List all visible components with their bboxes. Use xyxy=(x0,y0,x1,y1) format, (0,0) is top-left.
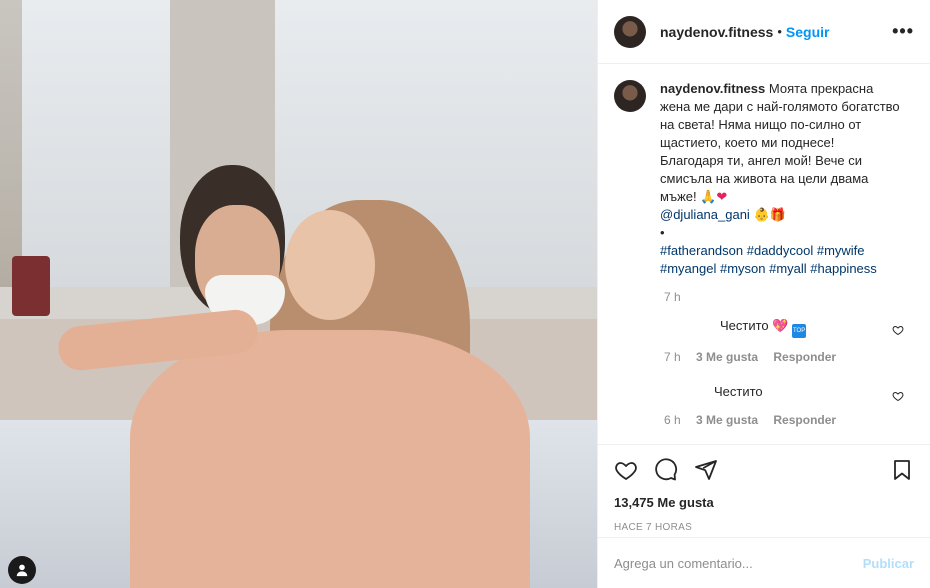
comment-item: Честито 💖 TOP xyxy=(614,318,914,338)
hearts-emoji: 💖 xyxy=(772,318,789,333)
likes-number: 13,475 xyxy=(614,495,654,510)
publish-button[interactable]: Publicar xyxy=(863,556,914,571)
comment-input[interactable]: Agrega un comentario... xyxy=(614,556,863,571)
like-comment-icon[interactable] xyxy=(892,390,904,402)
post-header: naydenov.fitness • Seguir ••• xyxy=(598,0,930,64)
caption-body: Моята прекрасна жена ме дари с най-голям… xyxy=(660,81,900,204)
woman-shirt xyxy=(130,330,530,588)
hashtags-line-1[interactable]: #fatherandson #daddycool #mywife xyxy=(660,243,865,258)
woman-face xyxy=(285,210,375,320)
caption-text: naydenov.fitness Моята прекрасна жена ме… xyxy=(660,80,900,278)
bookmark-icon[interactable] xyxy=(890,458,914,482)
like-comment-icon[interactable] xyxy=(892,324,904,336)
caption-username[interactable]: naydenov.fitness xyxy=(660,81,765,96)
caption-avatar[interactable] xyxy=(614,80,646,112)
post-photo[interactable] xyxy=(0,0,597,588)
likes-count[interactable]: 13,475 Me gusta xyxy=(614,495,914,510)
comment-text: Честито xyxy=(714,384,874,399)
separator-dot: • xyxy=(777,24,782,39)
comments-section: naydenov.fitness Моята прекрасна жена ме… xyxy=(598,64,930,444)
post-actions: 13,475 Me gusta HACE 7 HORAS xyxy=(598,444,930,533)
follow-button[interactable]: Seguir xyxy=(786,24,830,40)
comment-body: Честито xyxy=(714,384,763,399)
comment-likes[interactable]: 3 Me gusta xyxy=(696,350,758,364)
post-sidebar: naydenov.fitness • Seguir ••• naydenov.f… xyxy=(597,0,930,588)
reply-button[interactable]: Responder xyxy=(773,350,836,364)
window-left xyxy=(22,0,172,287)
comment-text: Честито 💖 TOP xyxy=(720,318,880,338)
tagged-user-button[interactable] xyxy=(8,556,36,584)
top-emoji: TOP xyxy=(792,324,807,338)
caption: naydenov.fitness Моята прекрасна жена ме… xyxy=(614,80,914,278)
comment-time: 7 h xyxy=(664,350,681,364)
comment-meta: 7 h 3 Me gusta Responder xyxy=(664,350,914,364)
likes-label: Me gusta xyxy=(657,495,714,510)
heart-emoji: ❤ xyxy=(716,189,728,204)
reply-button[interactable]: Responder xyxy=(773,413,836,427)
comment-meta: 6 h 3 Me gusta Responder xyxy=(664,413,914,427)
posted-time[interactable]: HACE 7 HORAS xyxy=(614,522,914,533)
caption-time: 7 h xyxy=(664,290,681,304)
more-options-icon[interactable]: ••• xyxy=(892,21,914,42)
username-link[interactable]: naydenov.fitness xyxy=(660,24,773,40)
user-icon xyxy=(16,564,28,577)
mention-link[interactable]: @djuliana_gani xyxy=(660,207,750,222)
comment-body: Честито xyxy=(720,318,769,333)
like-icon[interactable] xyxy=(614,458,638,482)
coffee-cup xyxy=(12,256,50,316)
baby-emoji: 👶🎁 xyxy=(753,207,786,222)
add-comment-bar: Agrega un comentario... Publicar xyxy=(598,537,930,588)
action-icons xyxy=(614,457,914,483)
comment-time: 6 h xyxy=(664,413,681,427)
comment-likes[interactable]: 3 Me gusta xyxy=(696,413,758,427)
caption-bullet: • xyxy=(660,225,665,240)
pray-emoji: 🙏 xyxy=(700,189,717,204)
comment-icon[interactable] xyxy=(654,458,678,482)
comment-item: Честито xyxy=(614,384,914,402)
avatar[interactable] xyxy=(614,15,646,48)
share-icon[interactable] xyxy=(694,458,718,482)
hashtags-line-2[interactable]: #myangel #myson #myall #happiness xyxy=(660,261,877,276)
